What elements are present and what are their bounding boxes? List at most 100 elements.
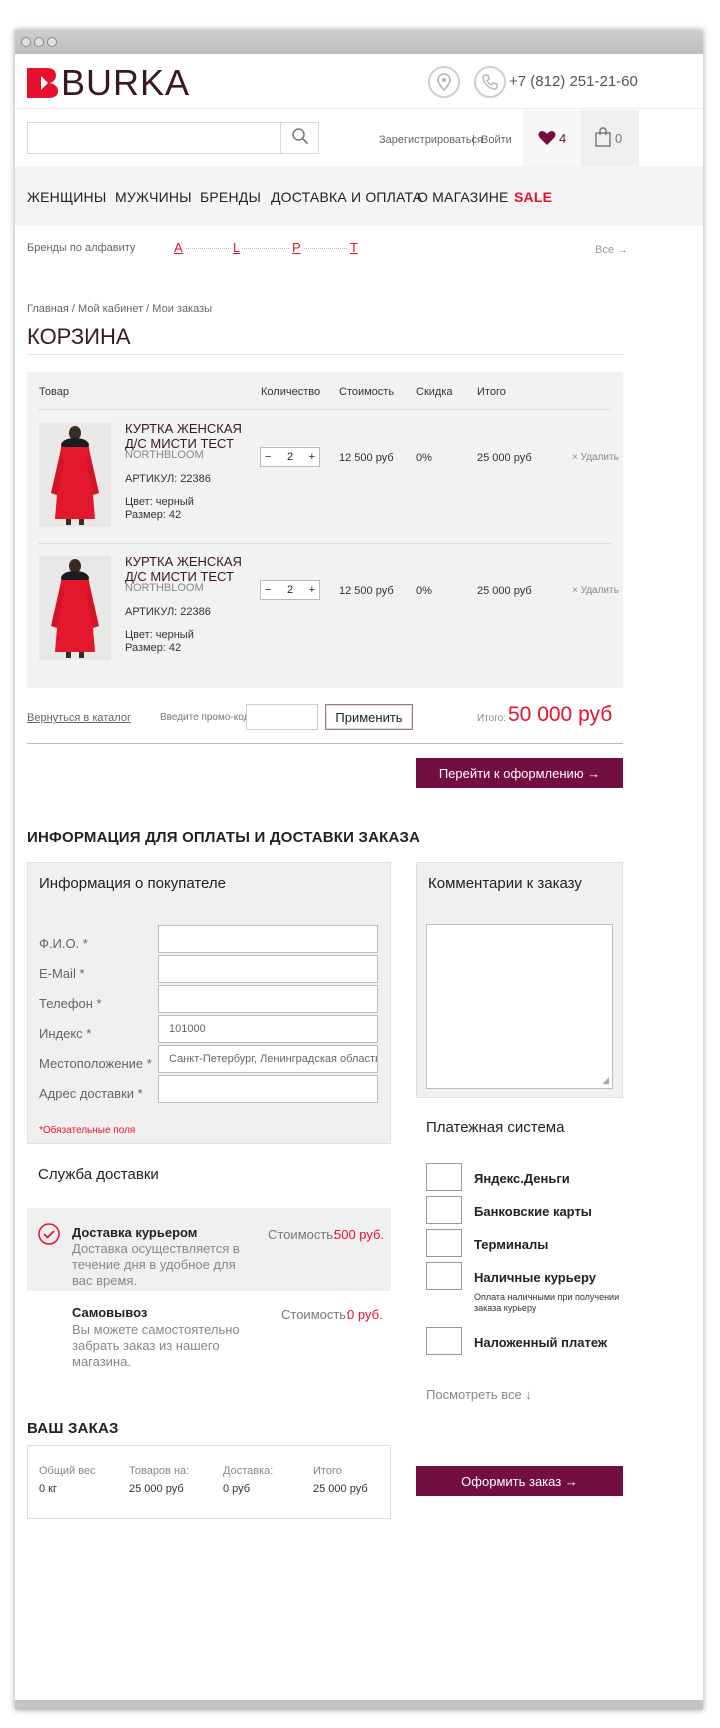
cart-button[interactable]: 0 <box>581 110 639 166</box>
window-zoom-dot[interactable] <box>47 37 57 47</box>
separator: | <box>472 134 475 146</box>
payment-label-cards[interactable]: Банковские карты <box>474 1204 592 1219</box>
location-field[interactable]: Санкт-Петербург, Ленинградская область, … <box>158 1045 378 1073</box>
product-image[interactable] <box>39 423 111 527</box>
brand-letter-l[interactable]: L <box>231 240 243 255</box>
delivery-name: Доставка курьером <box>72 1225 198 1240</box>
payment-checkbox-terminals[interactable] <box>426 1229 462 1257</box>
search-button[interactable] <box>280 123 318 153</box>
wishlist-button[interactable]: 4 <box>523 110 581 166</box>
summary-total-label: Итого <box>313 1465 342 1477</box>
remove-button[interactable]: × Удалить <box>572 452 619 463</box>
payment-checkbox-cod[interactable] <box>426 1327 462 1355</box>
resize-handle-icon[interactable]: ◢ <box>602 1075 609 1086</box>
payment-checkbox-cash[interactable] <box>426 1262 462 1290</box>
required-note: *Обязательные поля <box>39 1125 136 1136</box>
logo-text[interactable]: BURKA <box>61 62 190 104</box>
plus-icon[interactable]: + <box>309 584 315 596</box>
cart-row: КУРТКА ЖЕНСКАЯ Д/С МИСТИ ТЕСТ NORTHBLOOM… <box>27 543 623 673</box>
brand-letter-p[interactable]: P <box>290 240 303 255</box>
field-label-name: Ф.И.О. * <box>39 936 88 951</box>
item-total: 25 000 руб <box>477 452 532 464</box>
email-field[interactable] <box>158 955 378 983</box>
quantity-stepper[interactable]: − 2 + <box>260 447 320 467</box>
back-to-catalog-link[interactable]: Вернуться в каталог <box>27 712 131 724</box>
product-image[interactable] <box>39 556 111 660</box>
delivery-desc: магазина. <box>72 1354 131 1369</box>
payment-see-all-link[interactable]: Посмотреть все ↓ <box>426 1387 532 1402</box>
place-order-button[interactable]: Оформить заказ → <box>416 1466 623 1496</box>
name-field[interactable] <box>158 925 378 953</box>
delivery-option-pickup[interactable]: Самовывоз Вы можете самостоятельно забра… <box>27 1291 391 1369</box>
product-sku: АРТИКУЛ: 22386 <box>125 606 211 618</box>
phone-icon[interactable] <box>474 66 506 98</box>
nav-delivery[interactable]: ДОСТАВКА И ОПЛАТА <box>271 189 422 205</box>
buyer-info-title: Информация о покупателе <box>39 875 226 892</box>
brand-letter-t[interactable]: T <box>348 240 360 255</box>
summary-delivery-label: Доставка: <box>223 1465 274 1477</box>
minus-icon[interactable]: − <box>265 451 271 463</box>
product-brand: NORTHBLOOM <box>125 582 204 594</box>
delivery-cost: 500 руб. <box>334 1227 385 1242</box>
index-field[interactable]: 101000 <box>158 1015 378 1043</box>
nav-women[interactable]: ЖЕНЩИНЫ <box>27 189 106 205</box>
product-name[interactable]: КУРТКА ЖЕНСКАЯ Д/С МИСТИ ТЕСТ <box>125 554 245 584</box>
nav-about[interactable]: О МАГАЗИНЕ <box>417 189 509 205</box>
location-icon[interactable] <box>428 66 460 98</box>
item-discount: 0% <box>416 452 432 464</box>
window-minimize-dot[interactable] <box>34 37 44 47</box>
product-name[interactable]: КУРТКА ЖЕНСКАЯ Д/С МИСТИ ТЕСТ <box>125 421 245 451</box>
field-label-address: Адрес доставки * <box>39 1086 143 1101</box>
register-link[interactable]: Зарегистрироваться <box>379 134 483 146</box>
page-title: КОРЗИНА <box>27 324 131 349</box>
payment-checkbox-yandex[interactable] <box>426 1163 462 1191</box>
comment-title: Комментарии к заказу <box>428 875 582 892</box>
quantity-value[interactable]: 2 <box>287 584 293 596</box>
breadcrumb[interactable]: Главная / Мой кабинет / Мои заказы <box>27 303 212 315</box>
minus-icon[interactable]: − <box>265 584 271 596</box>
phone-number[interactable]: +7 (812) 251-21-60 <box>509 73 638 90</box>
delivery-cost-label: Стоимость: <box>268 1227 337 1242</box>
payment-checkbox-cards[interactable] <box>426 1196 462 1224</box>
nav-sale[interactable]: SALE <box>514 189 552 205</box>
col-qty: Количество <box>261 386 321 398</box>
nav-men[interactable]: МУЖЧИНЫ <box>115 189 192 205</box>
payment-label-yandex[interactable]: Яндекс.Деньги <box>474 1171 570 1186</box>
brands-all-link[interactable]: Все → <box>595 244 628 256</box>
delivery-title: Служба доставки <box>38 1166 159 1183</box>
quantity-value[interactable]: 2 <box>287 451 293 463</box>
divider <box>15 108 703 109</box>
payment-label-terminals[interactable]: Терминалы <box>474 1237 548 1252</box>
nav-brands[interactable]: БРЕНДЫ <box>200 189 261 205</box>
payment-label-cod[interactable]: Наложенный платеж <box>474 1335 607 1350</box>
logo-icon[interactable] <box>27 68 61 98</box>
login-link[interactable]: Войти <box>481 134 512 146</box>
delivery-option-courier[interactable]: Доставка курьером Доставка осуществляетс… <box>27 1208 391 1291</box>
title-divider <box>27 354 623 355</box>
cart-table: Товар Количество Стоимость Скидка Итого … <box>27 372 623 688</box>
comment-textarea[interactable]: ◢ <box>426 924 613 1089</box>
remove-button[interactable]: × Удалить <box>572 585 619 596</box>
field-label-email: E-Mail * <box>39 966 85 981</box>
product-sku: АРТИКУЛ: 22386 <box>125 473 211 485</box>
apply-promo-button[interactable]: Применить <box>325 704 413 730</box>
item-price: 12 500 руб <box>339 452 394 464</box>
phone-field[interactable] <box>158 985 378 1013</box>
checkout-button[interactable]: Перейти к оформлению → <box>416 758 623 788</box>
brand-letter-a[interactable]: A <box>172 240 185 255</box>
check-circle-icon <box>38 1223 60 1250</box>
plus-icon[interactable]: + <box>309 451 315 463</box>
promo-input[interactable] <box>246 704 318 730</box>
col-total: Итого <box>477 386 506 398</box>
quantity-stepper[interactable]: − 2 + <box>260 580 320 600</box>
search-input[interactable] <box>27 122 319 154</box>
payment-delivery-title: ИНФОРМАЦИЯ ДЛЯ ОПЛАТЫ И ДОСТАВКИ ЗАКАЗА <box>27 829 421 846</box>
address-field[interactable] <box>158 1075 378 1103</box>
window-close-dot[interactable] <box>21 37 31 47</box>
product-color: Цвет: черный <box>125 629 194 641</box>
comment-panel: Комментарии к заказу ◢ <box>416 862 623 1098</box>
order-summary: Общий вес 0 кг Товаров на: 25 000 руб До… <box>27 1445 391 1519</box>
payment-label-cash[interactable]: Наличные курьеру <box>474 1270 596 1285</box>
item-price: 12 500 руб <box>339 585 394 597</box>
total-label: Итого: <box>477 713 506 724</box>
